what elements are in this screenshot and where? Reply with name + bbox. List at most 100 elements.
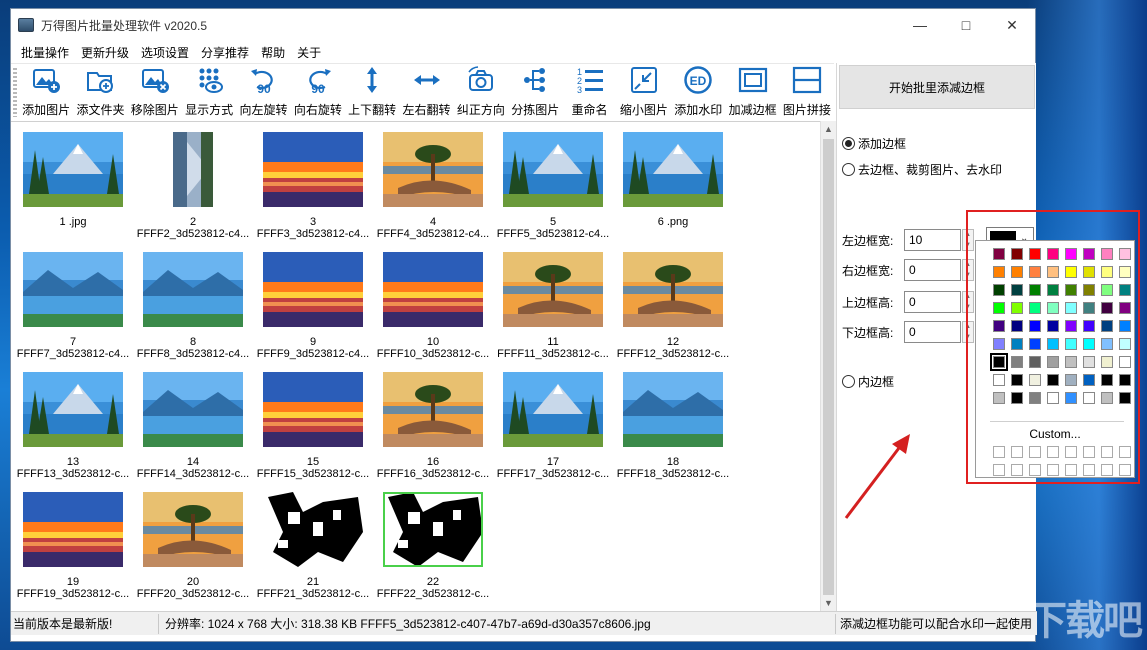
thumbnail-number: 14: [186, 456, 200, 468]
watermark-icon: ED: [684, 66, 712, 94]
thumbnail-image[interactable]: [263, 132, 363, 207]
bottom-height-input[interactable]: [904, 321, 961, 343]
image-thumbnail-tile[interactable]: 9 FFFF9_3d523812-c4...: [253, 252, 373, 370]
toolbar-grip[interactable]: [13, 68, 17, 117]
right-width-input[interactable]: [904, 259, 961, 281]
thumbnail-image[interactable]: [383, 492, 483, 567]
scroll-down-icon[interactable]: ▼: [821, 595, 836, 611]
top-height-input[interactable]: [904, 291, 961, 313]
inner-border-radio[interactable]: [842, 375, 855, 388]
remove-border-option[interactable]: 去边框、裁剪图片、去水印: [842, 161, 1002, 178]
menu-batch[interactable]: 批量操作: [15, 44, 75, 61]
thumbnail-image[interactable]: [143, 252, 243, 327]
image-thumbnail-tile[interactable]: 21 FFFF21_3d523812-c...: [253, 492, 373, 610]
left-width-input[interactable]: [904, 229, 961, 251]
scroll-thumb[interactable]: [823, 139, 834, 595]
toolbar-button-label: 加减边框: [728, 103, 777, 117]
menu-update[interactable]: 更新升级: [75, 44, 135, 61]
thumbnail-image[interactable]: [143, 372, 243, 447]
toolbar-button-label: 向右旋转: [293, 103, 342, 117]
toolbar-button-rotate-right[interactable]: 90 向右旋转: [291, 64, 345, 122]
add-border-radio[interactable]: [842, 137, 855, 150]
thumbnail-image[interactable]: [23, 132, 123, 207]
thumbnail-image[interactable]: [23, 372, 123, 447]
image-thumbnail-tile[interactable]: 22 FFFF22_3d523812-c...: [373, 492, 493, 610]
image-thumbnail-tile[interactable]: 13 FFFF13_3d523812-c...: [13, 372, 133, 490]
add-border-option[interactable]: 添加边框: [842, 135, 906, 152]
remove-border-radio[interactable]: [842, 163, 855, 176]
menu-share[interactable]: 分享推荐: [195, 44, 255, 61]
thumbnail-image[interactable]: [503, 132, 603, 207]
close-button[interactable]: ✕: [989, 9, 1035, 41]
toolbar-button-view-mode[interactable]: 显示方式: [182, 64, 236, 122]
rename-icon: 123: [577, 67, 603, 95]
toolbar-button-add-folder[interactable]: 添文件夹: [73, 64, 127, 122]
toolbar-button-rename[interactable]: 1 2 3 重命名: [562, 64, 616, 122]
image-thumbnail-tile[interactable]: 2 FFFF2_3d523812-c4...: [133, 132, 253, 250]
image-thumbnail-tile[interactable]: 3 FFFF3_3d523812-c4...: [253, 132, 373, 250]
toolbar-button-correct-orientation[interactable]: 纠正方向: [454, 64, 508, 122]
menu-help[interactable]: 帮助: [255, 44, 291, 61]
image-thumbnail-tile[interactable]: 19 FFFF19_3d523812-c...: [13, 492, 133, 610]
image-thumbnail-tile[interactable]: 4 FFFF4_3d523812-c4...: [373, 132, 493, 250]
image-gallery[interactable]: 1 .jpg 2 FFFF2_3d523812-c4... 3 FFFF3_3d5238…: [11, 121, 820, 611]
sort-images-icon: [524, 68, 546, 92]
thumbnail-image[interactable]: [383, 252, 483, 327]
top-height-row: 上边框高: ▲▼: [842, 291, 974, 313]
image-thumbnail-tile[interactable]: 7 FFFF7_3d523812-c4...: [13, 252, 133, 370]
menu-options[interactable]: 选项设置: [135, 44, 195, 61]
toolbar-button-sort-images[interactable]: 分拣图片: [508, 64, 562, 122]
toolbar-button-shrink-image[interactable]: 缩小图片: [617, 64, 671, 122]
toolbar-button-border[interactable]: 加减边框: [725, 64, 779, 122]
thumbnail-image[interactable]: [143, 132, 243, 207]
thumbnail-filename: FFFF19_3d523812-c...: [16, 588, 130, 600]
thumbnail-filename: FFFF22_3d523812-c...: [376, 588, 490, 600]
toolbar-button-flip-vertical[interactable]: 上下翻转: [345, 64, 399, 122]
thumbnail-image[interactable]: [263, 492, 363, 567]
toolbar-button-flip-horizontal[interactable]: 左右翻转: [399, 64, 453, 122]
thumbnail-image[interactable]: [383, 132, 483, 207]
thumbnail-image[interactable]: [263, 252, 363, 327]
toolbar-button-watermark[interactable]: ED 添加水印: [671, 64, 725, 122]
toolbar-button-add-image[interactable]: 添加图片: [19, 64, 73, 122]
image-thumbnail-tile[interactable]: 14 FFFF14_3d523812-c...: [133, 372, 253, 490]
inner-border-option[interactable]: 内边框: [842, 373, 894, 390]
image-thumbnail-tile[interactable]: 6 .png: [613, 132, 733, 250]
thumbnail-number: 1 .jpg: [59, 216, 87, 228]
thumbnail-image[interactable]: [263, 372, 363, 447]
toolbar-button-rotate-left[interactable]: 90 向左旋转: [236, 64, 290, 122]
gallery-scrollbar[interactable]: ▲ ▼: [820, 121, 836, 611]
image-thumbnail-tile[interactable]: 12 FFFF12_3d523812-c...: [613, 252, 733, 370]
thumbnail-number: 20: [186, 576, 200, 588]
minimize-button[interactable]: —: [897, 9, 943, 41]
thumbnail-image[interactable]: [503, 252, 603, 327]
thumbnail-image[interactable]: [143, 492, 243, 567]
start-batch-border-button[interactable]: 开始批里添减边框: [839, 65, 1035, 109]
image-thumbnail-tile[interactable]: 15 FFFF15_3d523812-c...: [253, 372, 373, 490]
scroll-up-icon[interactable]: ▲: [821, 121, 836, 137]
image-thumbnail-tile[interactable]: 20 FFFF20_3d523812-c...: [133, 492, 253, 610]
thumbnail-image[interactable]: [623, 252, 723, 327]
thumbnail-image[interactable]: [23, 492, 123, 567]
image-thumbnail-tile[interactable]: 8 FFFF8_3d523812-c4...: [133, 252, 253, 370]
image-thumbnail-tile[interactable]: 5 FFFF5_3d523812-c4...: [493, 132, 613, 250]
toolbar-button-label: 移除图片: [130, 103, 179, 117]
bottom-height-row: 下边框高: ▲▼: [842, 321, 974, 343]
image-thumbnail-tile[interactable]: 11 FFFF11_3d523812-c...: [493, 252, 613, 370]
toolbar-button-stitch[interactable]: 图片拼接: [780, 64, 834, 122]
thumbnail-filename: FFFF7_3d523812-c4...: [16, 348, 130, 360]
image-thumbnail-tile[interactable]: 17 FFFF17_3d523812-c...: [493, 372, 613, 490]
thumbnail-image[interactable]: [23, 252, 123, 327]
thumbnail-image[interactable]: [503, 372, 603, 447]
menu-about[interactable]: 关于: [291, 44, 327, 61]
thumbnail-image[interactable]: [383, 372, 483, 447]
image-thumbnail-tile[interactable]: 16 FFFF16_3d523812-c...: [373, 372, 493, 490]
image-thumbnail-tile[interactable]: 10 FFFF10_3d523812-c...: [373, 252, 493, 370]
thumbnail-image[interactable]: [623, 132, 723, 207]
maximize-button[interactable]: □: [943, 9, 989, 41]
thumbnail-image[interactable]: [623, 372, 723, 447]
toolbar-button-remove-image[interactable]: 移除图片: [128, 64, 182, 122]
image-thumbnail-tile[interactable]: 1 .jpg: [13, 132, 133, 250]
status-file-info: 分辨率: 1024 x 768 大小: 318.38 KB FFFF5_3d52…: [159, 613, 836, 634]
image-thumbnail-tile[interactable]: 18 FFFF18_3d523812-c...: [613, 372, 733, 490]
